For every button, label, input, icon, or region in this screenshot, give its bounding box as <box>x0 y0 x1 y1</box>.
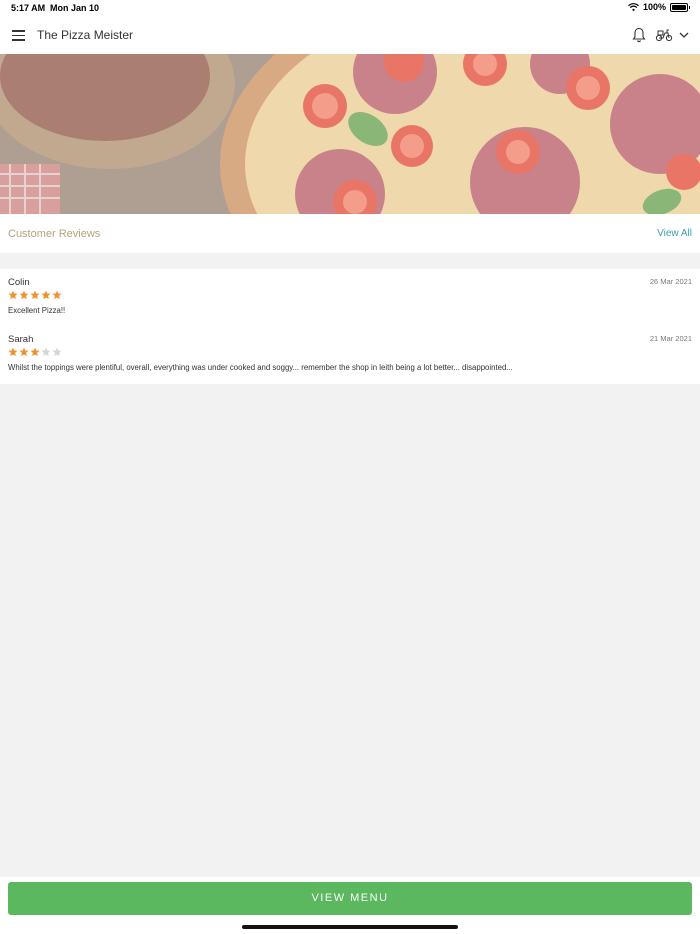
review-rating <box>8 347 62 357</box>
home-indicator[interactable] <box>242 925 458 929</box>
star-icon <box>8 290 18 300</box>
wifi-icon <box>628 3 639 11</box>
star-icon <box>30 290 40 300</box>
star-icon <box>8 347 18 357</box>
review-text: Excellent Pizza!! <box>8 306 66 315</box>
battery-percent: 100% <box>642 2 666 12</box>
reviews-list: Colin 26 Mar 2021 Excellent Pizza!! Sara… <box>0 269 700 384</box>
scooter-icon[interactable] <box>655 28 673 42</box>
status-date: Mon Jan 10 <box>50 3 100 13</box>
review-item: Sarah 21 Mar 2021 Whilst the toppings we… <box>0 326 700 376</box>
app-header: The Pizza Meister <box>0 16 700 54</box>
battery-cap <box>689 5 690 9</box>
review-author: Colin <box>8 277 30 288</box>
bottom-bar: VIEW MENU <box>0 877 700 934</box>
star-icon <box>41 290 51 300</box>
view-all-link[interactable]: View All <box>657 228 692 239</box>
bell-icon[interactable] <box>632 27 646 43</box>
star-icon <box>19 290 29 300</box>
status-time: 5:17 AM <box>11 3 46 13</box>
chevron-down-icon[interactable] <box>679 31 689 39</box>
star-icon <box>19 347 29 357</box>
review-text: Whilst the toppings were plentiful, over… <box>8 363 513 372</box>
menu-icon[interactable] <box>12 30 25 41</box>
review-author: Sarah <box>8 334 34 345</box>
status-right: 100% <box>628 2 690 12</box>
star-icon <box>52 290 62 300</box>
reviews-header: Customer Reviews View All <box>0 214 700 253</box>
status-bar: 5:17 AM Mon Jan 10 100% <box>0 0 700 16</box>
review-item: Colin 26 Mar 2021 Excellent Pizza!! <box>0 269 700 319</box>
review-date: 21 Mar 2021 <box>649 334 692 343</box>
page-title: The Pizza Meister <box>37 28 134 42</box>
battery-icon <box>670 2 688 12</box>
view-menu-button[interactable]: VIEW MENU <box>8 882 692 915</box>
reviews-section-title: Customer Reviews <box>8 228 101 240</box>
review-date: 26 Mar 2021 <box>649 277 692 286</box>
review-rating <box>8 290 62 300</box>
banner-image <box>0 54 700 214</box>
star-icon <box>30 347 40 357</box>
star-icon <box>41 347 51 357</box>
star-icon <box>52 347 62 357</box>
